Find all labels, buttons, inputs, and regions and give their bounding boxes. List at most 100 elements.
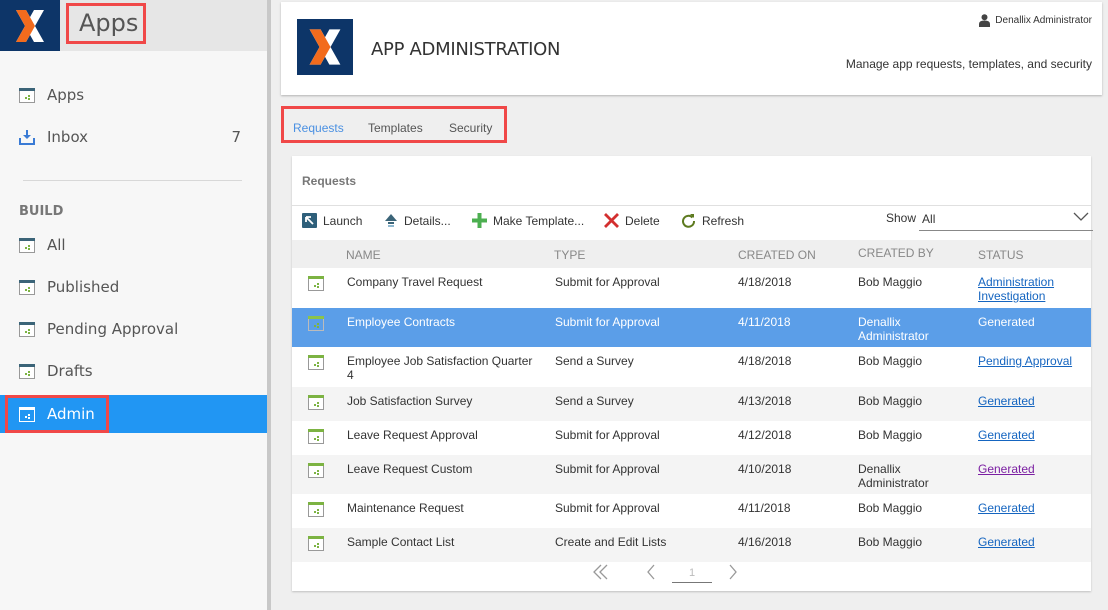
status-link[interactable]: Generated — [978, 535, 1078, 549]
requests-panel: Requests Launch Details... Make Template… — [292, 156, 1094, 591]
status-link[interactable]: Generated — [978, 462, 1078, 476]
page-subtitle: Manage app requests, templates, and secu… — [845, 57, 1092, 71]
sidebar-item-pending-approval[interactable]: Pending Approval — [0, 310, 267, 348]
app-icon — [308, 429, 324, 444]
make-template-label: Make Template... — [493, 213, 585, 228]
sidebar-title: Apps — [66, 3, 146, 44]
show-select-value: All — [922, 212, 936, 226]
status-link[interactable]: Generated — [978, 428, 1078, 442]
delete-label: Delete — [625, 213, 660, 228]
sidebar-item-published[interactable]: Published — [0, 268, 267, 306]
app-icon — [308, 395, 324, 410]
table-header: NAME TYPE CREATED ON CREATED BY STATUS — [292, 240, 1091, 268]
show-select[interactable]: All — [919, 210, 1094, 231]
table-row[interactable]: Leave Request Custom Submit for Approval 4… — [292, 455, 1091, 494]
make-template-button[interactable]: Make Template... — [472, 213, 584, 228]
table-row[interactable]: Company Travel Request Submit for Approva… — [292, 268, 1091, 308]
cell-created-by: Bob Maggio — [858, 275, 923, 289]
table-row[interactable]: Job Satisfaction Survey Send a Survey 4/13… — [292, 387, 1091, 421]
column-header-created-by[interactable]: CREATED BY — [858, 246, 934, 260]
status-link[interactable]: Generated — [978, 394, 1078, 408]
sidebar-item-admin[interactable]: Admin — [0, 395, 267, 433]
table-row[interactable]: Employee Job Satisfaction Quarter 4 Send … — [292, 347, 1091, 387]
cell-created-by: Bob Maggio — [858, 535, 923, 549]
cell-name: Company Travel Request — [347, 275, 483, 289]
pager: 1 — [292, 562, 1091, 586]
tab-requests[interactable]: Requests — [293, 121, 344, 135]
cell-created-on: 4/18/2018 — [738, 275, 792, 289]
user-icon — [979, 14, 991, 27]
column-header-created-on[interactable]: CREATED ON — [738, 248, 816, 262]
cell-name: Sample Contact List — [347, 535, 455, 549]
launch-icon — [302, 213, 317, 228]
sidebar-item-inbox[interactable]: Inbox 7 — [0, 118, 267, 156]
sidebar-splitter[interactable] — [267, 0, 271, 610]
cell-created-by: Bob Maggio — [858, 428, 923, 442]
details-icon — [385, 214, 397, 227]
app-icon — [19, 87, 35, 103]
column-header-type[interactable]: TYPE — [554, 248, 585, 262]
first-page-icon[interactable] — [592, 564, 610, 585]
table-row[interactable]: Maintenance Request Submit for Approval 4/… — [292, 494, 1091, 528]
app-icon — [308, 276, 324, 291]
refresh-label: Refresh — [702, 213, 745, 228]
user-menu[interactable]: Denallix Administrator — [979, 14, 1092, 27]
inbox-count: 7 — [231, 128, 241, 146]
table-row[interactable]: Sample Contact List Create and Edit Lists… — [292, 528, 1091, 562]
cell-type: Send a Survey — [555, 394, 634, 408]
cell-created-by: Denallix Administrator — [858, 462, 929, 490]
status-link[interactable]: Generated — [978, 501, 1078, 515]
table-row[interactable]: Leave Request Approval Submit for Approva… — [292, 421, 1091, 455]
sidebar-item-all[interactable]: All — [0, 226, 267, 264]
cell-type: Submit for Approval — [555, 275, 660, 289]
status-link[interactable]: Administration Investigation — [978, 275, 1078, 303]
sidebar-item-label: Pending Approval — [47, 320, 179, 338]
cell-type: Submit for Approval — [555, 428, 660, 442]
launch-button[interactable]: Launch — [302, 213, 362, 228]
table-row[interactable]: Employee Contracts Submit for Approval 4/1… — [292, 308, 1091, 347]
cell-name: Employee Contracts — [347, 315, 456, 329]
prev-page-icon[interactable] — [646, 564, 656, 585]
details-button[interactable]: Details... — [384, 213, 451, 228]
app-icon — [308, 536, 324, 551]
details-label: Details... — [404, 213, 451, 228]
cell-created-on: 4/10/2018 — [738, 462, 792, 476]
tab-templates[interactable]: Templates — [368, 121, 423, 135]
status-text: Generated — [978, 315, 1035, 329]
app-icon — [19, 363, 35, 379]
cell-created-on: 4/11/2018 — [738, 501, 791, 515]
cell-type: Create and Edit Lists — [555, 535, 667, 549]
delete-button[interactable]: Delete — [604, 213, 660, 228]
show-filter: Show All — [886, 210, 1094, 231]
cell-created-on: 4/18/2018 — [738, 354, 792, 368]
sidebar-item-apps[interactable]: Apps — [0, 76, 267, 114]
app-logo[interactable] — [0, 0, 60, 51]
sidebar: Apps Apps Inbox 7 BUILD All Published Pe… — [0, 0, 267, 610]
cell-created-by: Bob Maggio — [858, 394, 923, 408]
sidebar-item-label: Inbox — [47, 128, 89, 146]
user-name: Denallix Administrator — [995, 15, 1092, 26]
app-icon — [19, 279, 35, 295]
sidebar-item-label: Published — [47, 278, 120, 296]
cell-name: Leave Request Approval — [347, 428, 478, 442]
page-title: APP ADMINISTRATION — [371, 39, 561, 60]
refresh-button[interactable]: Refresh — [681, 213, 744, 228]
sidebar-item-label: Drafts — [47, 362, 93, 380]
app-icon — [19, 237, 35, 253]
column-header-name[interactable]: NAME — [346, 248, 381, 262]
sidebar-item-drafts[interactable]: Drafts — [0, 352, 267, 390]
sidebar-item-label: All — [47, 236, 66, 254]
status-link[interactable]: Pending Approval — [978, 354, 1078, 368]
tab-security[interactable]: Security — [449, 121, 492, 135]
next-page-icon[interactable] — [728, 564, 738, 585]
cell-created-on: 4/16/2018 — [738, 535, 792, 549]
column-header-status[interactable]: STATUS — [978, 248, 1024, 262]
page-number-input[interactable]: 1 — [672, 567, 712, 583]
header-logo — [297, 19, 353, 75]
app-icon — [308, 355, 324, 370]
sidebar-item-label: Apps — [47, 86, 85, 104]
app-icon — [308, 316, 324, 331]
cell-type: Submit for Approval — [555, 315, 660, 329]
cell-created-by: Denallix Administrator — [858, 315, 929, 343]
sidebar-header: Apps — [0, 0, 267, 51]
